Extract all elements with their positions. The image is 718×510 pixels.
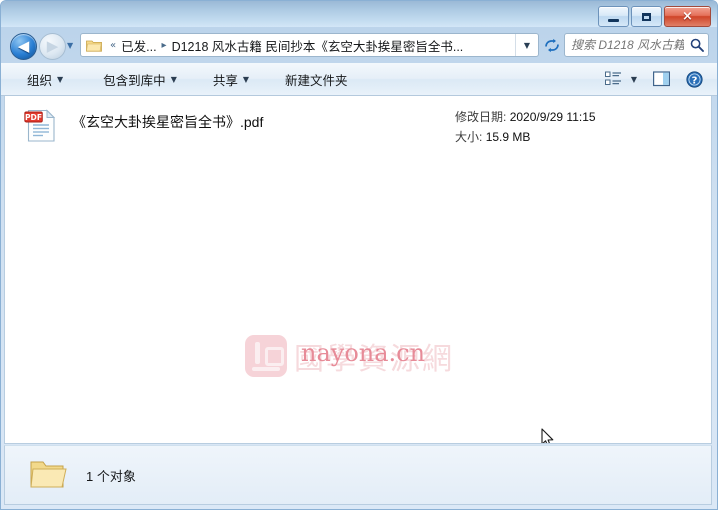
search-input[interactable]	[565, 38, 686, 52]
folder-icon	[28, 457, 70, 493]
forward-button[interactable]: ▶	[39, 33, 66, 60]
watermark-latin-text: nayona.cn	[301, 339, 426, 367]
back-button[interactable]: ◀	[10, 33, 37, 60]
maximize-button[interactable]	[631, 6, 662, 27]
view-options-button[interactable]	[601, 68, 625, 90]
share-label: 共享	[212, 73, 238, 88]
status-item-count: 1 个对象	[86, 468, 136, 484]
breadcrumb-item-1[interactable]: D1218 风水古籍 民间抄本《玄空大卦挨星密旨全书...	[171, 36, 465, 55]
breadcrumb-overflow-icon[interactable]: «	[110, 40, 116, 51]
minimize-icon	[608, 18, 619, 22]
explorer-window: × ◀ ▶ ▼ « 已发... ▸ D1218 风水古籍 民间抄本《玄空大卦挨星…	[0, 0, 718, 510]
view-options-icon	[604, 71, 621, 85]
file-size-row: 大小: 15.9 MB	[455, 127, 596, 147]
minimize-button[interactable]	[598, 6, 629, 27]
title-bar: ×	[1, 1, 717, 27]
modified-date-value: 2020/9/29 11:15	[509, 110, 596, 124]
watermark: 國學資源網	[245, 328, 490, 383]
close-icon: ×	[682, 9, 693, 24]
include-in-library-label: 包含到库中	[103, 73, 166, 88]
nayona-logo-icon	[245, 334, 287, 377]
include-in-library-button[interactable]: 包含到库中 ▼	[94, 67, 186, 91]
maximize-icon	[642, 12, 651, 21]
window-controls: ×	[598, 6, 711, 27]
address-bar[interactable]: « 已发... ▸ D1218 风水古籍 民间抄本《玄空大卦挨星密旨全书... …	[80, 33, 539, 57]
refresh-icon	[544, 38, 559, 52]
file-list-pane[interactable]: PDF 《玄空大卦挨星密旨全书》.pdf 修改日期: 2020/9/29 11:…	[4, 96, 712, 444]
file-list-item[interactable]: PDF 《玄空大卦挨星密旨全书》.pdf	[5, 102, 711, 144]
file-size-label: 大小:	[455, 130, 483, 144]
preview-pane-button[interactable]	[649, 68, 673, 90]
svg-text:?: ?	[691, 75, 697, 86]
modified-date-label: 修改日期:	[455, 110, 507, 124]
folder-icon	[86, 39, 102, 52]
organize-button[interactable]: 组织 ▼	[18, 67, 72, 91]
breadcrumb: « 已发... ▸ D1218 风水古籍 民间抄本《玄空大卦挨星密旨全书...	[106, 36, 515, 55]
close-button[interactable]: ×	[664, 6, 711, 27]
back-arrow-icon: ◀	[17, 36, 30, 55]
new-folder-button[interactable]: 新建文件夹	[276, 67, 357, 91]
search-box[interactable]	[564, 33, 709, 57]
chevron-down-icon: ▼	[57, 74, 64, 84]
breadcrumb-separator-icon: ▸	[161, 39, 167, 51]
view-options-dropdown-button[interactable]: ▼	[627, 68, 641, 90]
mouse-cursor	[541, 428, 555, 443]
address-dropdown-button[interactable]: ▼	[515, 34, 538, 56]
preview-pane-icon	[652, 71, 670, 87]
recent-pages-button[interactable]: ▼	[67, 41, 76, 50]
chevron-down-icon: ▼	[523, 40, 531, 50]
new-folder-label: 新建文件夹	[285, 73, 348, 88]
chevron-down-icon: ▼	[630, 74, 638, 84]
status-bar: 1 个对象	[4, 445, 712, 505]
watermark-cn-text: 國學資源網	[294, 341, 454, 377]
svg-text:PDF: PDF	[25, 113, 42, 122]
modified-date-row: 修改日期: 2020/9/29 11:15	[455, 107, 596, 127]
pdf-file-icon: PDF	[24, 108, 66, 149]
refresh-button[interactable]	[542, 36, 561, 54]
help-button[interactable]: ?	[682, 68, 706, 90]
forward-arrow-icon: ▶	[46, 36, 59, 55]
file-name-label: 《玄空大卦挨星密旨全书》.pdf	[72, 114, 264, 130]
command-toolbar: 组织 ▼ 包含到库中 ▼ 共享 ▼ 新建文件夹 ▼ ?	[1, 63, 717, 96]
chevron-down-icon: ▼	[170, 74, 177, 84]
chevron-down-icon: ▼	[242, 74, 250, 84]
breadcrumb-item-0[interactable]: 已发...	[120, 36, 157, 55]
organize-label: 组织	[27, 73, 53, 88]
chevron-down-icon: ▼	[67, 41, 74, 50]
file-size-value: 15.9 MB	[485, 130, 531, 144]
share-button[interactable]: 共享 ▼	[204, 67, 258, 91]
search-icon[interactable]	[686, 38, 708, 52]
navigation-row: ◀ ▶ ▼ « 已发... ▸ D1218 风水古籍 民间抄本《玄空大卦挨星密旨…	[1, 27, 717, 63]
help-icon: ?	[685, 70, 703, 88]
file-metadata: 修改日期: 2020/9/29 11:15 大小: 15.9 MB	[455, 107, 596, 147]
